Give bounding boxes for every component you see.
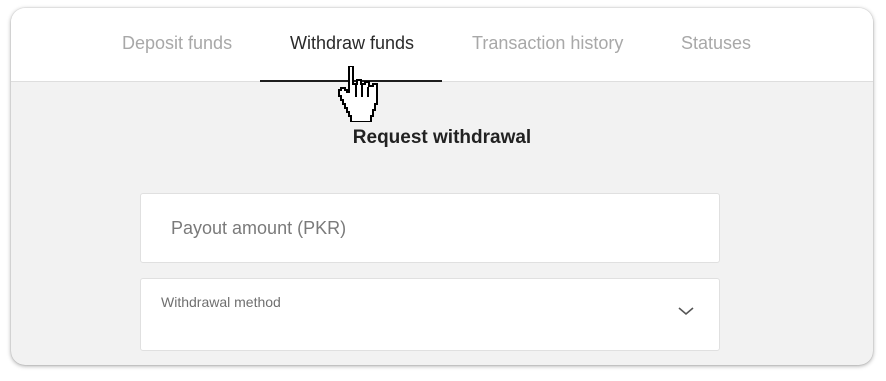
tab-statuses[interactable]: Statuses <box>681 32 751 54</box>
payments-panel: Deposit funds Withdraw funds Transaction… <box>11 8 873 365</box>
withdrawal-method-label: Withdrawal method <box>161 294 281 310</box>
payout-amount-input[interactable] <box>171 218 671 239</box>
tab-bar: Deposit funds Withdraw funds Transaction… <box>11 8 873 82</box>
chevron-down-icon[interactable] <box>677 305 695 317</box>
hand-pointer-icon <box>338 66 378 122</box>
page-title: Request withdrawal <box>352 127 532 148</box>
tab-withdraw-funds[interactable]: Withdraw funds <box>290 32 414 54</box>
tab-deposit-funds[interactable]: Deposit funds <box>122 32 232 54</box>
payout-amount-field[interactable] <box>140 193 720 263</box>
tab-transaction-history[interactable]: Transaction history <box>472 32 623 54</box>
withdrawal-method-select[interactable]: Withdrawal method <box>140 278 720 351</box>
